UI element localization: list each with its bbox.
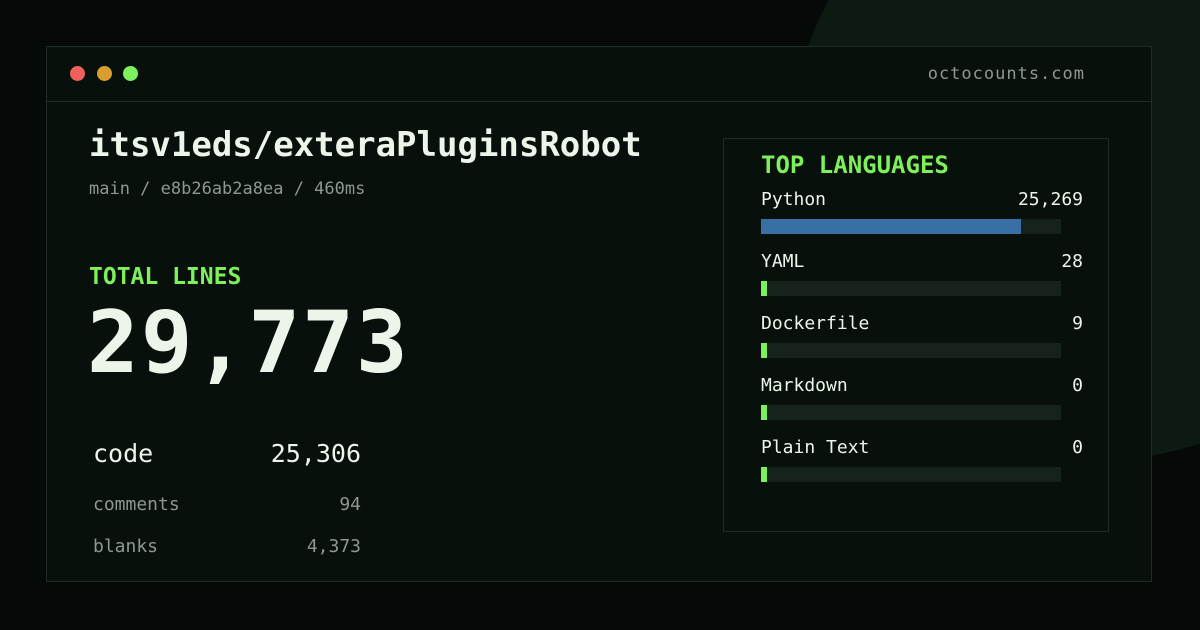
total-lines-label: TOTAL LINES [89, 264, 242, 290]
language-count: 25,269 [1017, 189, 1083, 210]
language-bar-track [761, 467, 1061, 482]
language-item-python: Python 25,269 [761, 189, 1083, 239]
stat-comments-value: 94 [339, 494, 361, 515]
titlebar: octocounts.com [47, 47, 1151, 102]
language-bar-fill [761, 405, 767, 420]
page: octocounts.com itsv1eds/exteraPluginsRob… [0, 0, 1200, 630]
language-count: 0 [1072, 437, 1083, 458]
language-item-yaml: YAML 28 [761, 251, 1083, 301]
repo-title: itsv1eds/exteraPluginsRobot [89, 125, 642, 165]
stat-blanks-value: 4,373 [306, 536, 361, 557]
language-bar-track [761, 405, 1061, 420]
language-bar-fill [761, 343, 767, 358]
language-bar-fill [761, 219, 1022, 234]
total-lines-value: 29,773 [87, 293, 410, 393]
window: octocounts.com itsv1eds/exteraPluginsRob… [46, 46, 1152, 582]
close-window-dot[interactable] [70, 66, 85, 81]
stat-code-label: code [93, 439, 154, 468]
language-count: 9 [1072, 313, 1083, 334]
site-name: octocounts.com [927, 64, 1085, 84]
language-name: Python [761, 189, 827, 210]
language-count: 0 [1072, 375, 1083, 396]
stat-code-value: 25,306 [270, 439, 361, 468]
language-name: Plain Text [761, 437, 870, 458]
language-item-markdown: Markdown 0 [761, 375, 1083, 425]
stat-blanks-label: blanks [93, 536, 159, 557]
language-bar-track [761, 281, 1061, 296]
language-bar-track [761, 219, 1061, 234]
language-name: Markdown [761, 375, 848, 396]
language-bar-track [761, 343, 1061, 358]
top-languages-panel: TOP LANGUAGES Python 25,269 YAML 28 Dock… [723, 138, 1109, 532]
minimize-window-dot[interactable] [97, 66, 112, 81]
language-bar-fill [761, 281, 767, 296]
repo-meta: main / e8b26ab2a8ea / 460ms [89, 179, 366, 199]
language-name: YAML [761, 251, 805, 272]
maximize-window-dot[interactable] [123, 66, 138, 81]
stat-comments-label: comments [93, 494, 180, 515]
language-item-plain-text: Plain Text 0 [761, 437, 1083, 487]
top-languages-heading: TOP LANGUAGES [761, 151, 949, 179]
language-bar-fill [761, 467, 767, 482]
language-name: Dockerfile [761, 313, 870, 334]
language-item-dockerfile: Dockerfile 9 [761, 313, 1083, 363]
language-count: 28 [1061, 251, 1083, 272]
